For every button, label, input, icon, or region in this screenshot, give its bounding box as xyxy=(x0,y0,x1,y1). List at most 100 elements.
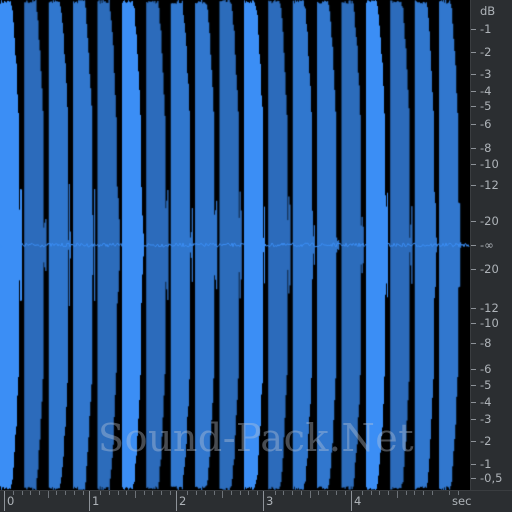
db-tick xyxy=(471,369,476,370)
db-tick xyxy=(471,385,476,386)
time-tick-label: 4 xyxy=(354,494,362,508)
db-tick-label: -2 xyxy=(480,434,492,448)
db-tick xyxy=(471,221,476,222)
time-tick xyxy=(89,491,90,511)
time-tick-label: 0 xyxy=(7,494,15,508)
db-tick xyxy=(471,74,476,75)
db-tick-label: -1 xyxy=(480,22,492,36)
time-minor-tick xyxy=(309,491,311,498)
db-tick-label: -20 xyxy=(480,262,499,276)
time-minor-tick xyxy=(73,491,75,495)
time-minor-tick xyxy=(56,491,58,495)
db-tick-label: -5 xyxy=(480,378,492,392)
time-minor-tick xyxy=(65,491,67,495)
db-tick-label: -12 xyxy=(480,178,499,192)
db-tick-label: -0,5 xyxy=(480,471,503,485)
db-tick-label: -20 xyxy=(480,214,499,228)
db-tick xyxy=(471,185,476,186)
time-minor-tick xyxy=(30,491,32,495)
time-minor-tick xyxy=(257,491,259,495)
db-tick-label: -5 xyxy=(480,99,492,113)
time-minor-tick xyxy=(169,491,171,495)
time-minor-tick xyxy=(213,491,215,495)
db-tick xyxy=(471,29,476,30)
db-tick-label: -8 xyxy=(480,141,492,155)
time-minor-tick xyxy=(405,491,407,495)
db-ruler: dB -1 -2 -3 -4 -5 -6 -8 -10 -12 -20 -∞ -20 -12 -10 -8-… xyxy=(470,0,512,490)
time-minor-tick xyxy=(143,491,145,495)
time-minor-tick xyxy=(414,491,416,495)
db-tick-label: -3 xyxy=(480,67,492,81)
db-tick xyxy=(471,419,476,420)
db-tick-label: -8 xyxy=(480,336,492,350)
waveform-editor[interactable]: dB -1 -2 -3 -4 -5 -6 -8 -10 -12 -20 -∞ -20 -12 -10 -8-… xyxy=(0,0,512,512)
time-minor-tick xyxy=(388,491,390,495)
db-tick-label: -6 xyxy=(480,117,492,131)
db-tick-label: -10 xyxy=(480,316,499,330)
time-minor-tick xyxy=(187,491,189,495)
db-tick xyxy=(471,269,476,270)
time-minor-tick xyxy=(12,491,14,495)
db-tick xyxy=(471,441,476,442)
time-minor-tick xyxy=(274,491,276,495)
db-tick-label: -4 xyxy=(480,84,492,98)
time-minor-tick xyxy=(379,491,381,495)
time-minor-tick xyxy=(283,491,285,495)
time-minor-tick xyxy=(21,491,23,495)
time-tick xyxy=(4,491,5,511)
time-minor-tick xyxy=(344,491,346,495)
time-minor-tick xyxy=(327,491,328,495)
time-minor-tick xyxy=(117,491,119,495)
time-minor-tick xyxy=(108,491,110,495)
db-tick xyxy=(471,323,476,324)
time-tick xyxy=(263,491,264,511)
time-minor-tick xyxy=(47,491,49,498)
time-minor-tick xyxy=(292,491,294,495)
db-tick xyxy=(471,402,476,403)
db-tick xyxy=(471,164,476,165)
time-minor-tick xyxy=(431,491,433,495)
time-minor-tick xyxy=(361,491,363,495)
db-tick-label: -3 xyxy=(480,412,492,426)
db-tick xyxy=(471,343,476,344)
time-minor-tick xyxy=(300,491,302,495)
db-unit-label: dB xyxy=(480,4,496,18)
db-tick xyxy=(471,464,476,465)
db-tick xyxy=(471,124,476,125)
time-minor-tick xyxy=(318,491,320,495)
time-minor-tick xyxy=(449,491,451,495)
time-minor-tick xyxy=(231,491,232,495)
db-tick xyxy=(471,52,476,53)
db-tick xyxy=(471,478,476,479)
time-tick xyxy=(351,491,352,511)
db-tick-label: -6 xyxy=(480,362,492,376)
time-minor-tick xyxy=(152,491,154,495)
time-tick-label: 1 xyxy=(92,494,100,508)
db-tick xyxy=(471,106,476,107)
time-minor-tick xyxy=(239,491,241,495)
time-minor-tick xyxy=(396,491,398,498)
waveform-display[interactable] xyxy=(0,0,470,490)
time-minor-tick xyxy=(196,491,198,495)
time-minor-tick xyxy=(335,491,337,495)
time-minor-tick xyxy=(38,491,40,495)
time-minor-tick xyxy=(222,491,224,498)
db-tick xyxy=(471,308,476,309)
time-ruler: 0 1 2 3 4 sec xyxy=(0,490,512,512)
time-tick xyxy=(176,491,177,511)
db-tick-label: -∞ xyxy=(480,238,494,252)
db-tick xyxy=(471,148,476,149)
time-minor-tick xyxy=(248,491,250,495)
db-tick-label: -2 xyxy=(480,45,492,59)
time-tick-label: 3 xyxy=(266,494,274,508)
time-minor-tick xyxy=(100,491,101,495)
time-minor-tick xyxy=(161,491,163,495)
time-minor-tick xyxy=(82,491,84,495)
time-minor-tick xyxy=(204,491,206,495)
time-minor-tick xyxy=(370,491,372,495)
time-minor-tick xyxy=(126,491,128,495)
db-tick-label: -1 xyxy=(480,457,492,471)
time-minor-tick xyxy=(423,491,424,495)
db-tick-label: -4 xyxy=(480,395,492,409)
db-tick-label: -10 xyxy=(480,157,499,171)
